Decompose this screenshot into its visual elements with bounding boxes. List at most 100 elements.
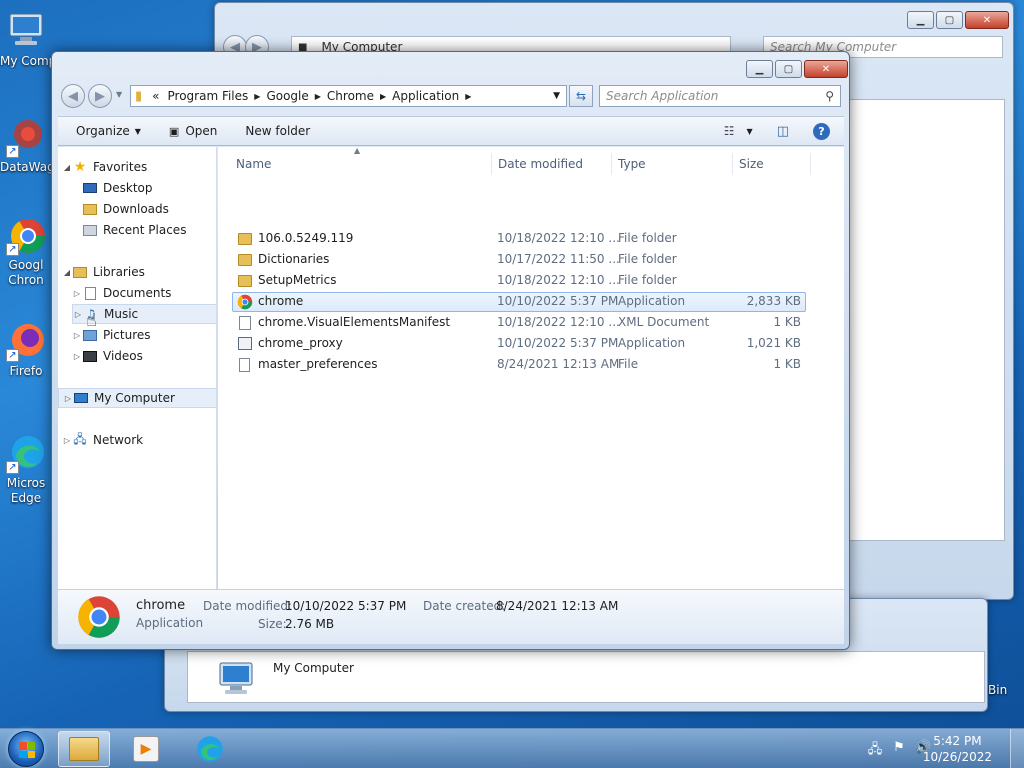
folder-icon xyxy=(238,233,252,245)
nav-item-libraries[interactable]: ◢ Libraries xyxy=(62,262,216,282)
help-button[interactable]: ? xyxy=(805,120,838,142)
folder-icon xyxy=(238,275,252,287)
folder-icon xyxy=(238,254,252,266)
file-type: File folder xyxy=(618,231,677,245)
view-list-icon: ☷ xyxy=(723,124,735,138)
collapsed-triangle-icon[interactable]: ▷ xyxy=(63,394,73,403)
file-list-pane[interactable]: ▲ Name Date modified Type Size 106.0.524… xyxy=(218,147,844,589)
file-row[interactable]: chrome_proxy 10/10/2022 5:37 PM Applicat… xyxy=(232,334,806,354)
show-desktop-button[interactable] xyxy=(1010,729,1024,768)
nav-item-favorites[interactable]: ◢ ★ Favorites xyxy=(62,157,216,177)
desktop-icon-my-computer[interactable]: My Comp xyxy=(0,10,52,69)
nav-item-my-computer[interactable]: ▷ My Computer xyxy=(58,388,216,408)
breadcrumb-overflow[interactable]: « xyxy=(148,89,163,103)
chevron-right-icon[interactable]: ▶ xyxy=(463,92,473,101)
recycle-bin-label[interactable]: Bin xyxy=(988,683,1007,697)
nav-item-documents[interactable]: ▷ Documents xyxy=(72,283,216,303)
explorer-window-application[interactable]: ▁ ▢ ✕ ◀ ▶ ▼ ▮ « Program Files ▶ Google ▶… xyxy=(51,51,850,650)
chevron-right-icon[interactable]: ▶ xyxy=(313,92,323,101)
network-tray-icon[interactable]: 🖧 xyxy=(867,740,883,757)
nav-item-downloads[interactable]: Downloads xyxy=(82,199,216,219)
desktop-icon-google-chrome[interactable]: ↗ Googl Chron xyxy=(0,214,52,288)
breadcrumb-google[interactable]: Google xyxy=(262,89,312,103)
nav-item-desktop[interactable]: Desktop xyxy=(82,178,216,198)
file-row[interactable]: SetupMetrics 10/18/2022 12:10 ... File f… xyxy=(232,271,806,291)
address-bar[interactable]: ▮ « Program Files ▶ Google ▶ Chrome ▶ Ap… xyxy=(130,85,567,107)
column-header-date-modified[interactable]: Date modified xyxy=(492,153,612,175)
file-type: File folder xyxy=(618,273,677,287)
new-folder-button[interactable]: New folder xyxy=(237,120,318,142)
windows-logo-icon xyxy=(19,742,35,758)
expanded-triangle-icon[interactable]: ◢ xyxy=(62,163,72,172)
action-center-flag-icon[interactable]: ⚑ xyxy=(891,740,907,756)
background-window-caption-buttons: ▁ ▢ ✕ xyxy=(905,11,1009,29)
desktop-icon-datawag[interactable]: ↗ DataWag xyxy=(0,116,52,175)
back-button[interactable]: ◀ xyxy=(61,84,85,108)
file-row[interactable]: Dictionaries 10/17/2022 11:50 ... File f… xyxy=(232,250,806,270)
nav-label: Documents xyxy=(103,286,172,300)
minimize-button[interactable]: ▁ xyxy=(746,60,773,78)
chevron-right-icon[interactable]: ▶ xyxy=(252,92,262,101)
breadcrumb-chrome[interactable]: Chrome xyxy=(323,89,378,103)
desktop-icon-firefox[interactable]: ↗ Firefo xyxy=(0,320,52,379)
column-header-type[interactable]: Type xyxy=(612,153,733,175)
desktop-icon-label: Chron xyxy=(8,273,44,287)
file-date: 10/10/2022 5:37 PM xyxy=(497,294,619,308)
column-header-size[interactable]: Size xyxy=(733,153,811,175)
chevron-right-icon[interactable]: ▶ xyxy=(378,92,388,101)
organize-button[interactable]: Organize ▼ xyxy=(58,120,149,142)
chrome-icon xyxy=(237,294,253,313)
expanded-triangle-icon[interactable]: ◢ xyxy=(62,268,72,277)
documents-icon xyxy=(82,286,98,300)
nav-item-recent-places[interactable]: Recent Places xyxy=(82,220,216,240)
column-header-name[interactable]: Name xyxy=(230,153,492,175)
recent-pages-dropdown[interactable]: ▼ xyxy=(116,90,122,99)
hand-cursor-icon: ☝ xyxy=(86,310,97,331)
nav-label: Recent Places xyxy=(103,223,187,237)
collapsed-triangle-icon[interactable]: ▷ xyxy=(73,310,83,319)
breadcrumb-application[interactable]: Application xyxy=(388,89,463,103)
collapsed-triangle-icon[interactable]: ▷ xyxy=(72,289,82,298)
file-size: 1 KB xyxy=(773,315,801,329)
refresh-button[interactable]: ⇆ xyxy=(569,85,593,107)
taskbar-edge-button[interactable] xyxy=(184,731,236,767)
explorer-caption-buttons: ▁ ▢ ✕ xyxy=(744,60,848,78)
file-size: 1,021 KB xyxy=(746,336,801,350)
search-input[interactable]: Search Application ⚲ xyxy=(599,85,841,107)
close-button[interactable]: ✕ xyxy=(804,60,848,78)
media-player-icon: ▶ xyxy=(133,736,159,762)
start-button[interactable] xyxy=(8,731,44,767)
nav-item-network[interactable]: ▷ 🖧 Network xyxy=(62,430,216,450)
taskbar-explorer-button[interactable] xyxy=(58,731,110,767)
open-button[interactable]: ▣ Open xyxy=(161,120,225,142)
collapsed-triangle-icon[interactable]: ▷ xyxy=(62,436,72,445)
app-icon xyxy=(238,337,252,350)
breadcrumb-program-files[interactable]: Program Files xyxy=(164,89,253,103)
address-dropdown-icon[interactable]: ▼ xyxy=(553,91,560,101)
nav-label: Downloads xyxy=(103,202,169,216)
file-date: 10/18/2022 12:10 ... xyxy=(497,231,620,245)
collapsed-triangle-icon[interactable]: ▷ xyxy=(72,352,82,361)
collapsed-triangle-icon[interactable]: ▷ xyxy=(72,331,82,340)
maximize-button[interactable]: ▢ xyxy=(775,60,802,78)
column-header-label: Name xyxy=(236,157,272,171)
preview-pane-button[interactable]: ◫ xyxy=(769,120,797,142)
taskbar-media-player-button[interactable]: ▶ xyxy=(120,731,172,767)
close-button[interactable]: ✕ xyxy=(965,11,1009,29)
edge-icon xyxy=(197,736,223,762)
view-options-button[interactable]: ☷ ▼ xyxy=(716,120,761,142)
desktop-icon-microsoft-edge[interactable]: ↗ Micros Edge xyxy=(0,432,52,506)
file-row[interactable]: 106.0.5249.119 10/18/2022 12:10 ... File… xyxy=(232,229,806,249)
forward-button[interactable]: ▶ xyxy=(88,84,112,108)
minimize-button[interactable]: ▁ xyxy=(907,11,934,29)
nav-item-videos[interactable]: ▷ Videos xyxy=(72,346,216,366)
file-row[interactable]: chrome.VisualElementsManifest 10/18/2022… xyxy=(232,313,806,333)
system-clock[interactable]: 5:42 PM 10/26/2022 xyxy=(923,733,992,765)
file-row[interactable]: master_preferences 8/24/2021 12:13 AM Fi… xyxy=(232,355,806,375)
maximize-button[interactable]: ▢ xyxy=(936,11,963,29)
xml-file-icon xyxy=(239,316,251,330)
search-icon[interactable]: ⚲ xyxy=(825,89,834,103)
chevron-down-icon: ▼ xyxy=(134,126,141,136)
file-row-selected[interactable]: chrome 10/10/2022 5:37 PM Application 2,… xyxy=(232,292,806,312)
details-size: 2.76 MB xyxy=(285,617,335,631)
